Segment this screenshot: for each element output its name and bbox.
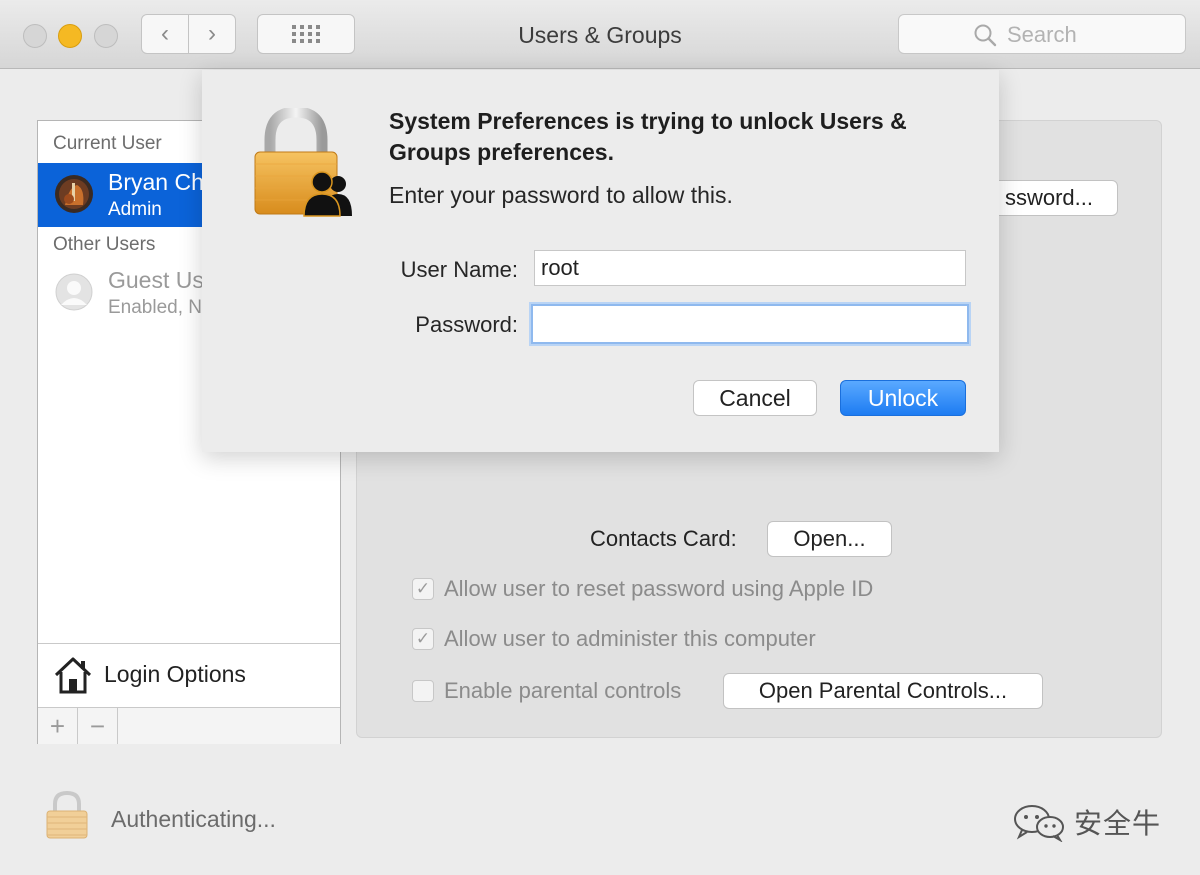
home-icon (54, 657, 92, 694)
username-field[interactable] (534, 250, 966, 286)
open-parental-controls-button[interactable]: Open Parental Controls... (723, 673, 1043, 709)
username-label: User Name: (400, 257, 518, 282)
parental-controls-label: Enable parental controls (444, 678, 682, 703)
add-user-button[interactable]: + (38, 708, 78, 744)
authenticating-status: Authenticating... (111, 806, 276, 832)
minus-icon: − (89, 710, 106, 741)
password-field[interactable] (531, 304, 969, 344)
current-user-role: Admin (108, 199, 162, 220)
password-label: Password: (415, 312, 518, 337)
search-icon (974, 24, 997, 47)
parental-controls-checkbox-row[interactable]: Enable parental controls (412, 676, 681, 706)
parental-controls-checkbox[interactable] (412, 680, 434, 702)
watermark: 安全牛 (1012, 800, 1161, 844)
lock-icon[interactable] (44, 790, 90, 840)
watermark-text: 安全牛 (1074, 807, 1162, 840)
current-user-header: Current User (53, 133, 162, 154)
contacts-open-label: Open... (793, 526, 866, 551)
reset-password-label: Allow user to reset password using Apple… (444, 576, 874, 601)
administer-label: Allow user to administer this computer (444, 626, 816, 651)
dialog-message: Enter your password to allow this. (389, 182, 733, 208)
remove-user-button[interactable]: − (78, 708, 118, 744)
contacts-card-label: Contacts Card: (590, 526, 737, 551)
reset-password-checkbox[interactable]: ✓ (412, 578, 434, 600)
lock-icon (254, 108, 352, 217)
search-field[interactable] (898, 14, 1186, 54)
plus-icon: + (49, 710, 66, 741)
open-parental-controls-label: Open Parental Controls... (758, 678, 1008, 703)
window-toolbar: ‹ › Users & Groups (0, 0, 1200, 69)
sidebar-button-bar: + − (38, 707, 340, 744)
administer-checkbox[interactable]: ✓ (412, 628, 434, 650)
current-user-name: Bryan Ch (108, 169, 204, 195)
wechat-icon (1014, 805, 1064, 842)
administer-checkbox-row[interactable]: ✓ Allow user to administer this computer (412, 624, 816, 654)
reset-password-checkbox-row[interactable]: ✓ Allow user to reset password using App… (412, 574, 873, 604)
change-password-label: ssword... (1004, 185, 1094, 210)
search-input[interactable] (1005, 21, 1179, 49)
guest-user-name: Guest Us (108, 267, 204, 293)
unlock-button[interactable]: Unlock (840, 380, 966, 416)
dialog-title: System Preferences is trying to unlock U… (389, 108, 907, 165)
user-avatar (55, 175, 93, 213)
change-password-button[interactable]: ssword... (980, 180, 1118, 216)
cancel-button[interactable]: Cancel (693, 380, 817, 416)
contacts-open-button[interactable]: Open... (767, 521, 892, 557)
login-options-label: Login Options (104, 661, 246, 687)
unlock-dialog: System Preferences is trying to unlock U… (202, 70, 999, 452)
other-users-header: Other Users (53, 234, 156, 255)
guest-avatar-icon (55, 273, 93, 311)
guest-user-status: Enabled, N (108, 297, 203, 318)
login-options-item[interactable]: Login Options (38, 643, 340, 708)
